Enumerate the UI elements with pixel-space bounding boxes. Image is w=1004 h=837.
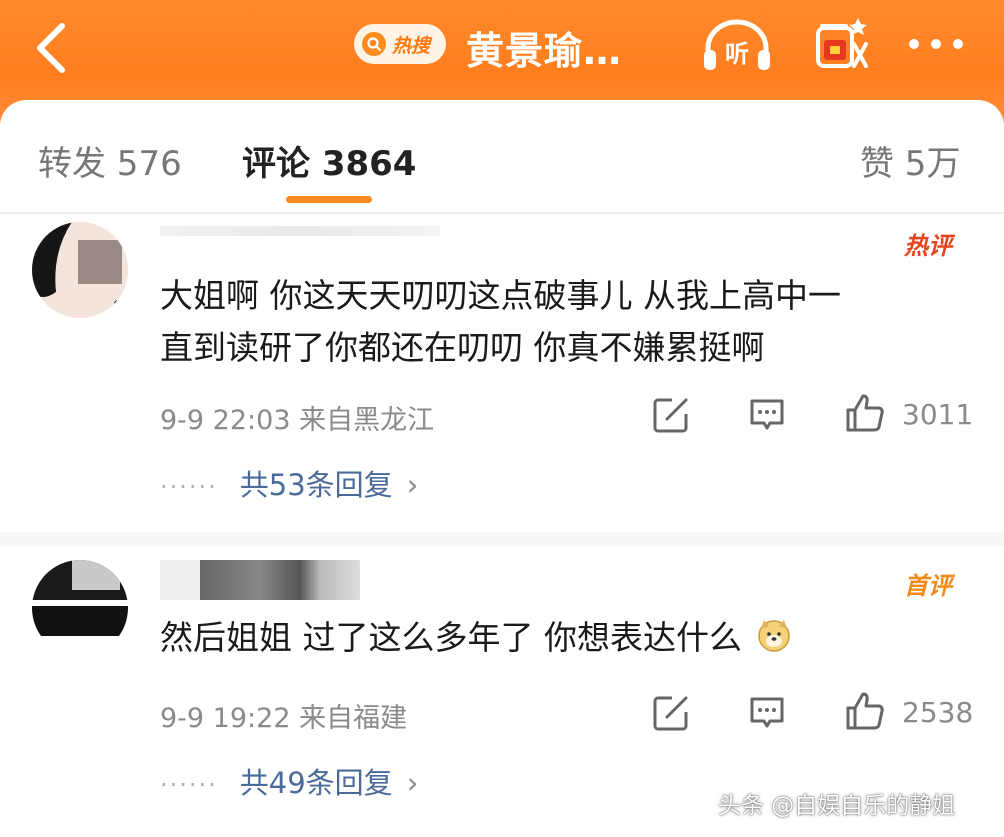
avatar[interactable] xyxy=(32,560,128,656)
active-tab-indicator xyxy=(286,196,372,203)
more-options-icon[interactable] xyxy=(906,36,966,52)
reply-comment-icon[interactable] xyxy=(748,694,786,732)
tab-divider xyxy=(0,212,1004,214)
reply-dots: ······ xyxy=(160,473,218,501)
tab-reposts[interactable]: 转发 576 xyxy=(38,136,182,185)
like-count: 2538 xyxy=(902,696,974,729)
comment-meta: 9-9 19:22 来自福建 xyxy=(160,703,408,734)
red-packet-icon[interactable] xyxy=(812,14,872,74)
comment-text-line: 直到读研了你都还在叨叨 你真不嫌累挺啊 xyxy=(160,328,765,367)
reply-comment-icon[interactable] xyxy=(748,396,786,434)
comment-separator xyxy=(0,532,1004,546)
comment-meta: 9-9 22:03 来自黑龙江 xyxy=(160,405,435,436)
reply-dots: ······ xyxy=(160,771,218,799)
view-replies-link[interactable]: ······ 共53条回复 › xyxy=(160,462,418,504)
username-redacted[interactable] xyxy=(160,560,360,600)
like-count: 3011 xyxy=(902,398,974,431)
avatar-image xyxy=(32,222,128,318)
comment-text: 然后姐姐 过了这么多年了 你想表达什么 xyxy=(160,618,742,657)
like-thumb-icon[interactable] xyxy=(844,392,886,434)
hot-search-tag[interactable]: 热搜 xyxy=(354,24,446,64)
watermark: 头条 @自娱自乐的静姐 xyxy=(718,793,956,819)
listen-headphones-icon[interactable]: 听 xyxy=(700,18,774,72)
listen-label: 听 xyxy=(725,40,749,68)
tab-likes[interactable]: 赞 5万 xyxy=(860,136,960,185)
doge-emoji-icon xyxy=(758,620,791,652)
reply-count: 共53条回复 xyxy=(239,468,393,502)
back-arrow-icon[interactable] xyxy=(30,20,74,76)
share-edit-icon[interactable] xyxy=(652,694,690,732)
view-replies-link[interactable]: ······ 共49条回复 › xyxy=(160,760,418,802)
reply-count: 共49条回复 xyxy=(239,766,393,800)
hot-comment-badge: 热评 xyxy=(904,232,952,260)
chevron-right-icon: › xyxy=(406,468,419,502)
tab-comments[interactable]: 评论 3864 xyxy=(242,136,416,185)
hot-search-label: 热搜 xyxy=(392,34,431,57)
chevron-right-icon: › xyxy=(406,766,419,800)
comment-text-line: 然后姐姐 过了这么多年了 你想表达什么 xyxy=(160,612,792,664)
comment-text-line: 大姐啊 你这天天叨叨这点破事儿 从我上高中一 xyxy=(160,276,841,315)
share-edit-icon[interactable] xyxy=(652,396,690,434)
avatar-image xyxy=(32,560,128,656)
avatar[interactable] xyxy=(32,222,128,318)
page-title: 黄景瑜… xyxy=(466,29,623,73)
first-comment-badge: 首评 xyxy=(904,572,952,600)
username-redacted[interactable] xyxy=(160,226,440,236)
like-thumb-icon[interactable] xyxy=(844,690,886,732)
search-icon xyxy=(362,32,386,56)
